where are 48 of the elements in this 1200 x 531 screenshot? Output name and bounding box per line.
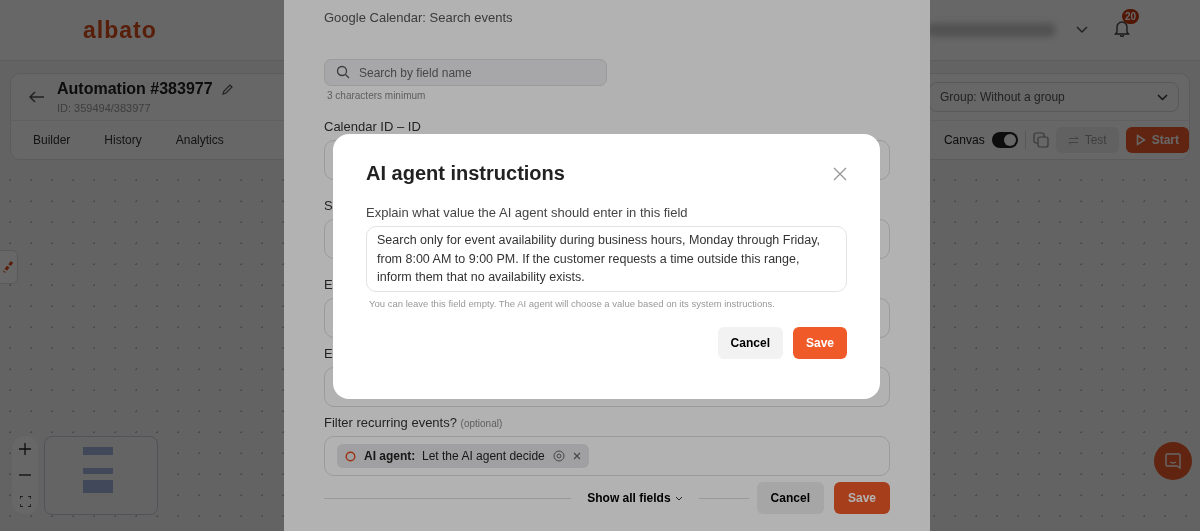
field-label: Filter recurring events? (optional) — [324, 415, 503, 430]
chevron-down-icon — [674, 495, 683, 501]
fit-view-icon[interactable] — [19, 495, 31, 507]
save-button[interactable]: Save — [833, 482, 890, 514]
step-subtitle: Google Calendar: Search events — [324, 10, 514, 25]
search-icon — [336, 65, 350, 79]
field-label: E — [324, 277, 333, 292]
chat-bubble-button[interactable] — [1154, 442, 1192, 480]
save-button[interactable]: Save — [792, 326, 847, 359]
close-icon[interactable] — [572, 452, 581, 460]
automation-title: Automation #383977 — [57, 80, 213, 98]
tab[interactable]: History — [94, 129, 152, 151]
canvas-label: Canvas — [943, 133, 985, 147]
logo[interactable]: albato — [83, 16, 157, 44]
chat-icon — [1165, 453, 1181, 469]
search-field[interactable]: Search by field name — [324, 59, 607, 86]
canvas-toggle[interactable] — [991, 132, 1018, 148]
instructions-field[interactable]: Search only for event availability during business hours, Monday through Friday, from 8:00 AM to 9:00 PM. If the customer requests a time outside this range, inform them that no availability exists. — [366, 226, 847, 292]
chevron-down-icon[interactable] — [1076, 26, 1088, 34]
notification-badge: 20 — [1122, 9, 1140, 24]
close-icon[interactable] — [833, 166, 847, 181]
bell-icon[interactable] — [1114, 19, 1130, 37]
field-label: Explain what value the AI agent should enter in this field — [366, 205, 689, 220]
field-label: Calendar ID – ID — [324, 119, 421, 134]
pencil-icon[interactable] — [220, 82, 234, 96]
cancel-button[interactable]: Cancel — [756, 482, 824, 514]
tab[interactable]: Analytics — [165, 129, 234, 151]
swap-arrows-icon — [1067, 135, 1079, 145]
minimap[interactable] — [44, 436, 158, 515]
search-hint: 3 characters minimum — [327, 90, 427, 101]
start-button[interactable]: Start — [1125, 127, 1189, 153]
field-label: E — [324, 346, 333, 361]
show-all-fields-link[interactable]: Show all fields — [571, 491, 699, 505]
play-icon — [1135, 134, 1146, 146]
ai-agent-chip[interactable]: AI agent: Let the AI agent decide — [337, 444, 589, 468]
eye-icon[interactable] — [552, 450, 565, 462]
dialog-title: AI agent instructions — [366, 162, 565, 185]
tab[interactable]: Builder — [23, 129, 81, 151]
input-field[interactable]: AI agent: Let the AI agent decide — [324, 436, 890, 476]
cancel-button[interactable]: Cancel — [717, 326, 783, 359]
zoom-in-icon[interactable] — [19, 443, 31, 456]
circle-icon — [345, 450, 356, 462]
field-label: S — [324, 198, 333, 213]
field-hint: You can leave this field empty. The AI agent will choose a value based on its system instructions. — [369, 297, 776, 309]
chevron-down-icon — [1157, 93, 1168, 101]
chip-text: AI agent: Let the AI agent decide — [364, 449, 545, 463]
copy-icon[interactable] — [1032, 132, 1049, 148]
back-arrow-icon[interactable] — [29, 91, 45, 103]
